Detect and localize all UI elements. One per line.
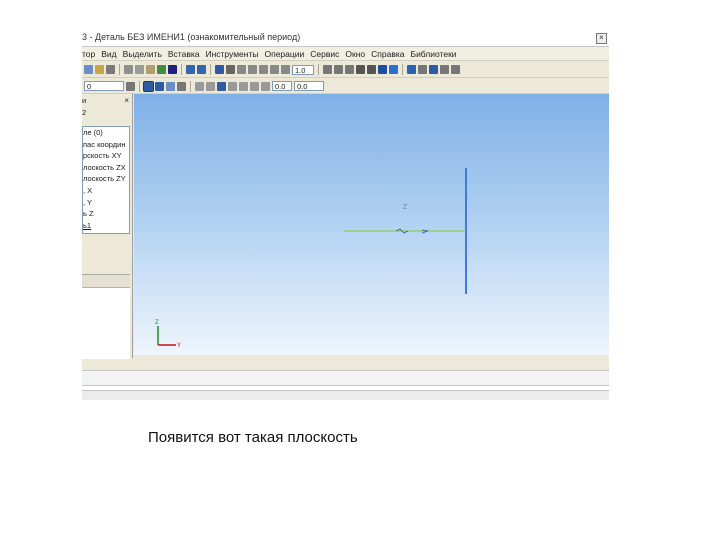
menu-item-operations[interactable]: Операции <box>264 47 304 60</box>
align-icon[interactable] <box>239 81 248 91</box>
panel-title: и <box>82 96 87 105</box>
menu-item-editor[interactable]: тор <box>82 47 95 60</box>
separator <box>181 64 182 75</box>
tree-item[interactable]: ь Z <box>83 208 129 220</box>
status-bar <box>82 370 609 386</box>
model-tree-panel: и × 2 ле (0) пас координ рскость XY лоск… <box>82 94 133 359</box>
tree-item[interactable]: лоскость ZX <box>83 162 129 174</box>
close-icon[interactable]: × <box>596 33 607 44</box>
command-bar <box>82 390 609 400</box>
trim-icon[interactable] <box>206 81 215 91</box>
check-icon[interactable] <box>157 65 166 74</box>
window-title: 3 - Деталь БЕЗ ИМЕНИ1 (ознакомительный п… <box>82 32 301 42</box>
3d-viewport[interactable]: Z Z Y <box>134 94 609 355</box>
orbit-icon[interactable] <box>334 65 343 74</box>
coord-y-field[interactable]: 0.0 <box>294 81 324 91</box>
tree-item[interactable]: рскость XY <box>83 150 129 162</box>
separator <box>139 80 140 92</box>
measure-icon[interactable] <box>440 65 449 74</box>
menu-item-select[interactable]: Выделить <box>123 47 162 60</box>
tree-item-selected[interactable]: ь1 <box>83 220 129 232</box>
separator <box>210 64 211 75</box>
open-icon[interactable] <box>95 65 104 74</box>
panel-tab[interactable]: 2 <box>82 108 86 117</box>
zoom-fit-icon[interactable] <box>281 65 290 74</box>
menu-item-window[interactable]: Окно <box>345 47 365 60</box>
separator <box>119 64 120 75</box>
standard-toolbar: 1.0 <box>82 62 609 78</box>
rotate-icon[interactable] <box>270 65 279 74</box>
menu-item-libraries[interactable]: Библиотеки <box>410 47 456 60</box>
tree-item[interactable]: , Y <box>83 197 129 209</box>
local-cs-icon[interactable] <box>155 81 164 91</box>
status-area <box>82 370 609 402</box>
copy-icon[interactable] <box>135 65 144 74</box>
new-document-icon[interactable] <box>84 65 93 74</box>
menu-bar: тор Вид Выделить Вставка Инструменты Опе… <box>82 47 609 61</box>
cursor-icon[interactable] <box>195 81 204 91</box>
menu-item-insert[interactable]: Вставка <box>168 47 200 60</box>
pan-icon[interactable] <box>259 65 268 74</box>
view-dropdown-icon[interactable] <box>418 65 427 74</box>
properties-header <box>82 275 130 288</box>
snap-icon[interactable] <box>166 81 175 91</box>
wireframe-icon[interactable] <box>356 65 365 74</box>
zoom-window-icon[interactable] <box>226 65 235 74</box>
geometry-icon[interactable] <box>217 81 226 91</box>
tree-item[interactable]: ле (0) <box>83 127 129 139</box>
cut-icon[interactable] <box>124 65 133 74</box>
separator <box>318 64 319 75</box>
triad-y-label: Y <box>177 343 181 349</box>
grid-icon[interactable] <box>143 80 154 92</box>
section-icon[interactable] <box>429 65 438 74</box>
slide-caption: Появится вот такая плоскость <box>148 429 358 446</box>
scene-svg: Z Z Y <box>155 168 467 349</box>
save-icon[interactable] <box>168 65 177 74</box>
menu-item-view[interactable]: Вид <box>101 47 116 60</box>
separator <box>402 64 403 75</box>
menu-item-service[interactable]: Сервис <box>310 47 339 60</box>
point-icon[interactable] <box>250 81 259 91</box>
dropdown-icon[interactable] <box>106 65 115 74</box>
shaded-edges-icon[interactable] <box>389 65 398 74</box>
manager-icon[interactable] <box>215 65 224 74</box>
axis-z-label: Z <box>403 204 408 211</box>
orientation-icon[interactable] <box>407 65 416 74</box>
move-icon[interactable] <box>323 65 332 74</box>
tree-item[interactable]: , X <box>83 185 129 197</box>
properties-area <box>82 274 130 359</box>
panel-header: и × <box>82 96 132 106</box>
menu-item-tools[interactable]: Инструменты <box>205 47 258 60</box>
scale-field[interactable]: 1.0 <box>292 64 314 75</box>
properties-icon[interactable] <box>451 65 460 74</box>
triad-z-label: Z <box>155 320 159 326</box>
separator <box>190 80 191 92</box>
menu-item-help[interactable]: Справка <box>371 47 404 60</box>
model-tree: ле (0) пас координ рскость XY лоскость Z… <box>82 126 130 234</box>
zoom-out-icon[interactable] <box>248 65 257 74</box>
zoom-in-icon[interactable] <box>237 65 246 74</box>
perspective-icon[interactable] <box>345 65 354 74</box>
redo-icon[interactable] <box>197 65 206 74</box>
tree-item[interactable]: пас координ <box>83 139 129 151</box>
snap-point-icon[interactable] <box>228 81 237 91</box>
coordinate-icon[interactable] <box>261 81 270 91</box>
current-state-toolbar: 0 0.0 0.0 <box>82 79 609 94</box>
hidden-lines-icon[interactable] <box>367 65 376 74</box>
title-bar: 3 - Деталь БЕЗ ИМЕНИ1 (ознакомительный п… <box>82 30 609 47</box>
paste-icon[interactable] <box>146 65 155 74</box>
undo-icon[interactable] <box>186 65 195 74</box>
kompas-3d-window: 3 - Деталь БЕЗ ИМЕНИ1 (ознакомительный п… <box>82 30 609 402</box>
tree-item[interactable]: лоскость ZY <box>83 173 129 185</box>
orthogonal-icon[interactable] <box>177 81 186 91</box>
state-dropdown-icon[interactable] <box>126 81 135 91</box>
coord-x-field[interactable]: 0.0 <box>272 81 292 91</box>
state-field[interactable]: 0 <box>84 81 124 91</box>
shaded-icon[interactable] <box>378 65 387 74</box>
close-icon[interactable]: × <box>124 96 129 105</box>
